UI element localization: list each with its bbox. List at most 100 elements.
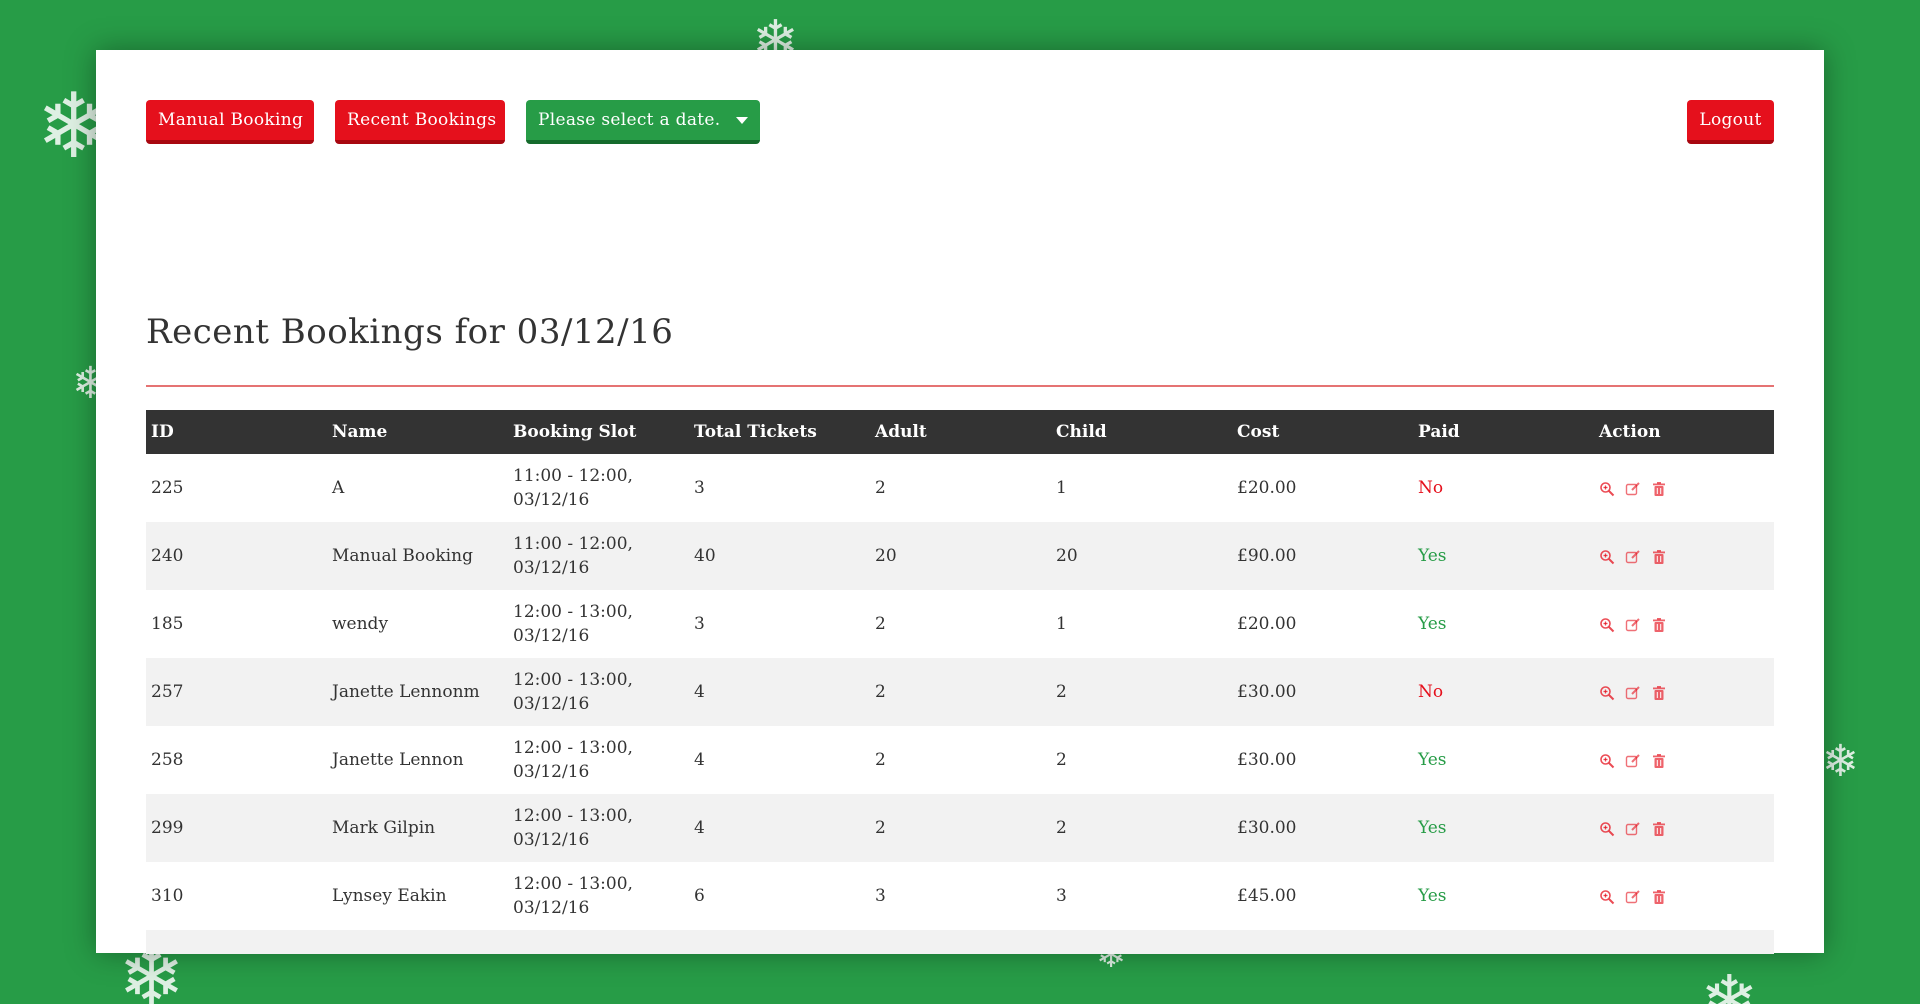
table-row: 13:00 - 14:00, — [146, 930, 1774, 954]
bookings-table-container[interactable]: ID Name Booking Slot Total Tickets Adult… — [146, 410, 1774, 954]
cell-adult: 2 — [875, 818, 886, 838]
cell-child: 2 — [1056, 750, 1067, 770]
cell-actions — [1594, 930, 1774, 954]
page-title: Recent Bookings for 03/12/16 — [146, 312, 674, 352]
cell-adult: 2 — [875, 478, 886, 498]
cell-id: 299 — [151, 818, 184, 838]
zoom-in-icon[interactable] — [1599, 889, 1615, 905]
cell-cost: £30.00 — [1237, 818, 1297, 838]
table-row: 310 Lynsey Eakin 12:00 - 13:00, 03/12/16 6 3 3… — [146, 862, 1774, 930]
cell-total-tickets: 40 — [694, 546, 716, 566]
cell-id — [146, 930, 327, 954]
bookings-table: ID Name Booking Slot Total Tickets Adult… — [146, 410, 1774, 954]
cell-paid: No — [1418, 478, 1444, 498]
snowflake-icon: ❄ — [1822, 736, 1859, 787]
cell-adult: 2 — [875, 614, 886, 634]
main-panel: Manual Booking Recent Bookings Please se… — [96, 50, 1824, 954]
cell-cost — [1232, 930, 1413, 954]
cell-booking-slot: 13:00 - 14:00, — [508, 930, 689, 954]
table-row: 185 wendy 12:00 - 13:00, 03/12/16 3 2 1 £20.00 Y… — [146, 590, 1774, 658]
cell-id: 240 — [151, 546, 184, 566]
cell-name: Janette Lennon — [332, 750, 464, 770]
slot-date: 03/12/16 — [513, 830, 590, 850]
cell-actions — [1594, 590, 1774, 658]
edit-icon[interactable] — [1625, 753, 1641, 769]
trash-icon[interactable] — [1651, 889, 1667, 905]
cell-child: 2 — [1056, 818, 1067, 838]
manual-booking-button[interactable]: Manual Booking — [146, 100, 314, 144]
header-child: Child — [1056, 422, 1107, 442]
header-action: Action — [1599, 422, 1661, 442]
edit-icon[interactable] — [1625, 821, 1641, 837]
cell-booking-slot: 12:00 - 13:00, 03/12/16 — [508, 590, 689, 658]
cell-name — [327, 930, 508, 954]
cell-child: 3 — [1056, 886, 1067, 906]
cell-child: 1 — [1056, 614, 1067, 634]
slot-time: 11:00 - 12:00, — [513, 534, 633, 554]
cell-cost: £20.00 — [1237, 614, 1297, 634]
recent-bookings-button[interactable]: Recent Bookings — [335, 100, 505, 144]
zoom-in-icon[interactable] — [1599, 685, 1615, 701]
table-row: 225 A 11:00 - 12:00, 03/12/16 3 2 1 £20.00 No — [146, 454, 1774, 522]
trash-icon[interactable] — [1651, 617, 1667, 633]
cell-paid: Yes — [1418, 614, 1447, 634]
cell-total-tickets: 4 — [694, 682, 705, 702]
trash-icon[interactable] — [1651, 549, 1667, 565]
cell-actions — [1594, 726, 1774, 794]
cell-id: 310 — [151, 886, 184, 906]
cell-booking-slot: 11:00 - 12:00, 03/12/16 — [508, 454, 689, 522]
zoom-in-icon[interactable] — [1599, 549, 1615, 565]
trash-icon[interactable] — [1651, 821, 1667, 837]
cell-name: A — [332, 478, 345, 498]
header-booking-slot: Booking Slot — [513, 422, 637, 442]
zoom-in-icon[interactable] — [1599, 617, 1615, 633]
header-name: Name — [332, 422, 388, 442]
cell-paid: Yes — [1418, 750, 1447, 770]
cell-id: 225 — [151, 478, 184, 498]
date-select-dropdown[interactable]: Please select a date. — [526, 100, 760, 144]
header-id: ID — [151, 422, 174, 442]
cell-cost: £45.00 — [1237, 886, 1297, 906]
zoom-in-icon[interactable] — [1599, 821, 1615, 837]
cell-name: Manual Booking — [332, 546, 473, 566]
zoom-in-icon[interactable] — [1599, 753, 1615, 769]
slot-time: 11:00 - 12:00, — [513, 466, 633, 486]
slot-date: 03/12/16 — [513, 694, 590, 714]
table-row: 299 Mark Gilpin 12:00 - 13:00, 03/12/16 4 2 2 £… — [146, 794, 1774, 862]
cell-actions — [1594, 454, 1774, 522]
trash-icon[interactable] — [1651, 685, 1667, 701]
cell-id: 257 — [151, 682, 184, 702]
header-total-tickets: Total Tickets — [694, 422, 817, 442]
table-row: 257 Janette Lennonm 12:00 - 13:00, 03/12/16… — [146, 658, 1774, 726]
edit-icon[interactable] — [1625, 617, 1641, 633]
trash-icon[interactable] — [1651, 753, 1667, 769]
logout-button[interactable]: Logout — [1687, 100, 1774, 144]
cell-total-tickets: 3 — [694, 614, 705, 634]
cell-total-tickets: 4 — [694, 818, 705, 838]
edit-icon[interactable] — [1625, 889, 1641, 905]
cell-adult: 2 — [875, 682, 886, 702]
cell-cost: £30.00 — [1237, 750, 1297, 770]
slot-time: 12:00 - 13:00, — [513, 602, 633, 622]
cell-paid: No — [1418, 682, 1444, 702]
cell-paid: Yes — [1418, 886, 1447, 906]
edit-icon[interactable] — [1625, 481, 1641, 497]
cell-booking-slot: 12:00 - 13:00, 03/12/16 — [508, 726, 689, 794]
cell-adult: 2 — [875, 750, 886, 770]
cell-name: wendy — [332, 614, 389, 634]
cell-adult: 3 — [875, 886, 886, 906]
slot-time: 12:00 - 13:00, — [513, 874, 633, 894]
cell-total-tickets: 3 — [694, 478, 705, 498]
zoom-in-icon[interactable] — [1599, 481, 1615, 497]
cell-child: 1 — [1056, 478, 1067, 498]
cell-id: 258 — [151, 750, 184, 770]
trash-icon[interactable] — [1651, 481, 1667, 497]
edit-icon[interactable] — [1625, 549, 1641, 565]
cell-total-tickets — [689, 930, 870, 954]
date-select-label: Please select a date. — [538, 110, 721, 130]
toolbar: Manual Booking Recent Bookings Please se… — [146, 100, 1774, 144]
edit-icon[interactable] — [1625, 685, 1641, 701]
cell-actions — [1594, 794, 1774, 862]
cell-booking-slot: 11:00 - 12:00, 03/12/16 — [508, 522, 689, 590]
cell-adult: 20 — [875, 546, 897, 566]
